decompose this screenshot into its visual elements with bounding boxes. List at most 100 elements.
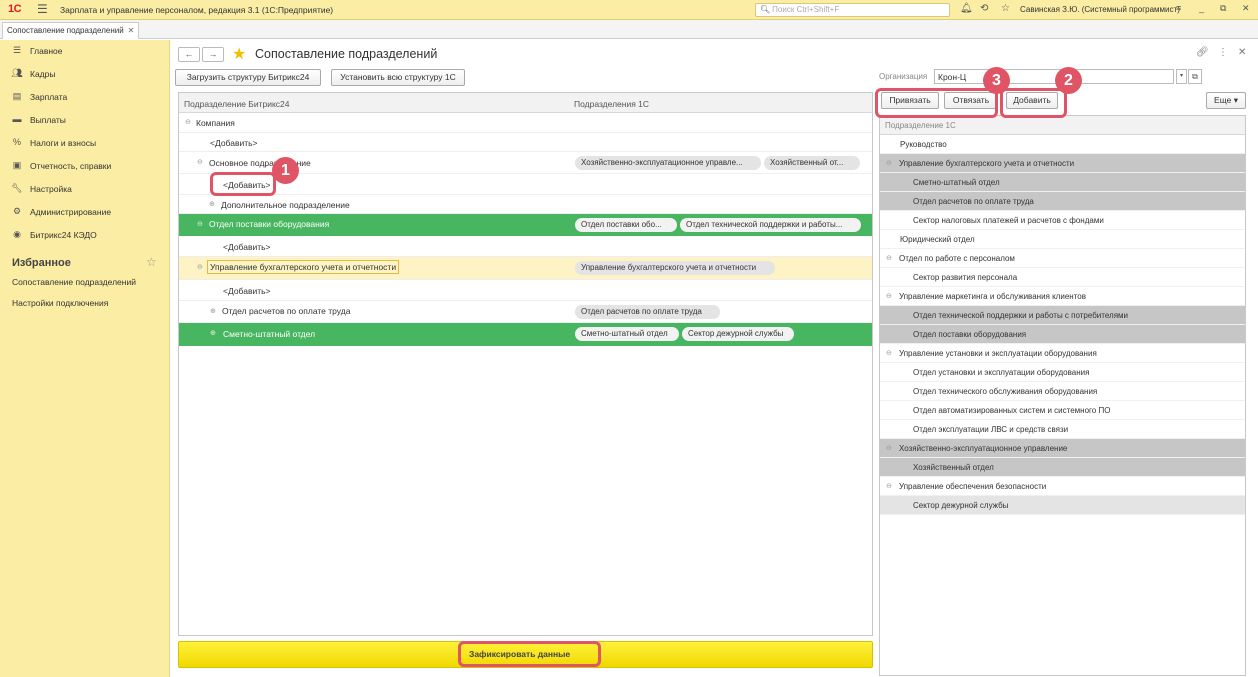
gear-icon: ⚙	[12, 206, 22, 216]
mapped-chip[interactable]: Отдел расчетов по оплате труда	[575, 305, 720, 319]
sidebar-item-reports[interactable]: ▣ Отчетность, справки	[0, 155, 169, 178]
favorite-star-icon[interactable]: ★	[232, 44, 246, 64]
collapse-icon[interactable]: ⊖	[886, 292, 892, 300]
list-item[interactable]: ⊖ Управление бухгалтерского учета и отчет…	[880, 154, 1245, 173]
sidebar-item-admin[interactable]: ⚙ Администрирование	[0, 201, 169, 224]
chevron-down-icon[interactable]: ▾	[1176, 69, 1187, 84]
table-row[interactable]: <Добавить>	[179, 133, 872, 152]
table-row[interactable]: ⊖ Компания	[179, 113, 872, 133]
forward-button[interactable]: →	[202, 47, 224, 62]
bell-icon[interactable]: 🔔︎	[960, 3, 973, 14]
more-vertical-icon[interactable]: ⋮	[1218, 47, 1228, 58]
collapse-icon[interactable]: ⊖	[197, 158, 203, 166]
row-label: Управление бухгалтерского учета и отчетн…	[899, 159, 1075, 168]
list-item[interactable]: Отдел установки и эксплуатации оборудова…	[880, 363, 1245, 382]
back-button[interactable]: ←	[178, 47, 200, 62]
favorite-link-mapping[interactable]: Сопоставление подразделений	[12, 277, 136, 287]
expand-icon[interactable]: ⊕	[210, 307, 216, 315]
sidebar-item-label: Выплаты	[30, 115, 66, 125]
list-item[interactable]: Отдел технической поддержки и работы с п…	[880, 306, 1245, 325]
restore-icon[interactable]: ⧉	[1220, 3, 1226, 14]
expand-icon[interactable]: ⊕	[209, 200, 215, 208]
sidebar-item-main[interactable]: ☰ Главное	[0, 40, 169, 63]
sidebar: ☰ Главное 👥︎ Кадры ▤ Зарплата ▬ Выплаты % Нал…	[0, 40, 170, 677]
list-item[interactable]: Юридический отдел	[880, 230, 1245, 249]
settings-menu-icon[interactable]: ≡	[1176, 3, 1181, 13]
mapped-chip[interactable]: Отдел технической поддержки и работы...	[680, 218, 861, 232]
tab-close-icon[interactable]: ✕	[128, 26, 135, 35]
more-button[interactable]: Еще ▾	[1206, 92, 1246, 109]
collapse-icon[interactable]: ⊖	[886, 254, 892, 262]
add-row-link[interactable]: <Добавить>	[210, 138, 258, 148]
list-item[interactable]: ⊖ Управление маркетинга и обслуживания кл…	[880, 287, 1245, 306]
list-item[interactable]: Сметно-штатный отдел	[880, 173, 1245, 192]
list-item[interactable]: Сектор дежурной службы	[880, 496, 1245, 515]
close-icon[interactable]: ✕	[1242, 3, 1250, 14]
star-icon[interactable]: ☆	[1001, 3, 1010, 14]
row-label: Отдел поставки оборудования	[209, 219, 330, 229]
org-field[interactable]: Крон-Ц	[934, 69, 1174, 84]
menu-icon[interactable]: ☰	[37, 2, 48, 16]
list-item[interactable]: Сектор налоговых платежей и расчетов с ф…	[880, 211, 1245, 230]
collapse-icon[interactable]: ⊖	[886, 482, 892, 490]
table-row[interactable]: <Добавить>	[179, 280, 872, 301]
favorite-link-connection[interactable]: Настройки подключения	[12, 298, 108, 308]
add-row-link[interactable]: <Добавить>	[223, 286, 271, 296]
add-row-link[interactable]: <Добавить>	[223, 242, 271, 252]
sidebar-item-bitrix[interactable]: ◉ Битрикс24 КЭДО	[0, 224, 169, 247]
collapse-icon[interactable]: ⊖	[886, 349, 892, 357]
minimize-icon[interactable]: _	[1199, 3, 1204, 13]
table-row[interactable]: ⊕ Дополнительное подразделение	[179, 195, 872, 214]
sidebar-item-salary[interactable]: ▤ Зарплата	[0, 86, 169, 109]
collapse-icon[interactable]: ⊖	[886, 444, 892, 452]
list-item[interactable]: Руководство	[880, 135, 1245, 154]
search-input[interactable]: 🔍︎ Поиск Ctrl+Shift+F	[755, 3, 950, 17]
mapped-chip[interactable]: Отдел поставки обо...	[575, 218, 677, 232]
tab-mapping[interactable]: Сопоставление подразделений ✕	[2, 22, 140, 39]
history-icon[interactable]: ⟲	[980, 3, 988, 14]
open-link-icon[interactable]: ⧉	[1188, 69, 1202, 84]
mapped-chip[interactable]: Хозяйственно-эксплуатационное управле...	[575, 156, 761, 170]
sidebar-item-payments[interactable]: ▬ Выплаты	[0, 109, 169, 132]
list-item[interactable]: ⊖ Отдел по работе с персоналом	[880, 249, 1245, 268]
collapse-icon[interactable]: ⊖	[185, 118, 191, 126]
sidebar-item-hr[interactable]: 👥︎ Кадры	[0, 63, 169, 86]
mapped-chip[interactable]: Управление бухгалтерского учета и отчетн…	[575, 261, 775, 275]
favorites-title: Избранное	[12, 257, 71, 269]
1c-logo: 1С	[8, 3, 22, 15]
collapse-icon[interactable]: ⊖	[197, 220, 203, 228]
user-name[interactable]: Савинская З.Ю. (Системный программист)	[1020, 5, 1180, 14]
table-row-mapped[interactable]: ⊖ Отдел поставки оборудования Отдел пост…	[179, 214, 872, 236]
load-bitrix-structure-button[interactable]: Загрузить структуру Битрикс24	[175, 69, 321, 86]
sidebar-item-settings[interactable]: 🔧︎ Настройка	[0, 178, 169, 201]
star-icon[interactable]: ☆	[146, 255, 157, 269]
list-item[interactable]: ⊖ Хозяйственно-эксплуатационное управлени…	[880, 439, 1245, 458]
list-item[interactable]: Отдел эксплуатации ЛВС и средств связи	[880, 420, 1245, 439]
list-item[interactable]: Отдел поставки оборудования	[880, 325, 1245, 344]
table-row[interactable]: <Добавить>	[179, 236, 872, 257]
list-item[interactable]: Отдел расчетов по оплате труда	[880, 192, 1245, 211]
list-item[interactable]: Хозяйственный отдел	[880, 458, 1245, 477]
set-1c-structure-button[interactable]: Установить всю структуру 1С	[331, 69, 465, 86]
table-row-selected[interactable]: ⊖ Управление бухгалтерского учета и отче…	[179, 257, 872, 280]
collapse-icon[interactable]: ⊖	[886, 159, 892, 167]
list-item[interactable]: Сектор развития персонала	[880, 268, 1245, 287]
expand-icon[interactable]: ⊕	[210, 329, 216, 337]
sidebar-item-label: Главное	[30, 46, 63, 56]
list-item[interactable]: Отдел автоматизированных систем и систем…	[880, 401, 1245, 420]
ledger-icon: ▤	[12, 91, 22, 101]
close-form-icon[interactable]: ✕	[1238, 47, 1246, 58]
row-label: Сметно-штатный отдел	[223, 329, 316, 339]
table-row-mapped[interactable]: ⊕ Сметно-штатный отдел Сметно-штатный от…	[179, 323, 872, 346]
mapped-chip[interactable]: Хозяйственный от...	[764, 156, 860, 170]
table-row[interactable]: ⊕ Отдел расчетов по оплате труда Отдел р…	[179, 301, 872, 323]
link-icon[interactable]: 🔗︎	[1196, 47, 1209, 58]
mapped-chip[interactable]: Сметно-штатный отдел	[575, 327, 679, 341]
sidebar-item-taxes[interactable]: % Налоги и взносы	[0, 132, 169, 155]
1c-departments-list[interactable]: Подразделение 1С Руководство ⊖ Управление…	[879, 115, 1246, 676]
mapped-chip[interactable]: Сектор дежурной службы	[682, 327, 794, 341]
list-item[interactable]: Отдел технического обслуживания оборудов…	[880, 382, 1245, 401]
collapse-icon[interactable]: ⊖	[197, 263, 203, 271]
list-item[interactable]: ⊖ Управление установки и эксплуатации обо…	[880, 344, 1245, 363]
list-item[interactable]: ⊖ Управление обеспечения безопасности	[880, 477, 1245, 496]
